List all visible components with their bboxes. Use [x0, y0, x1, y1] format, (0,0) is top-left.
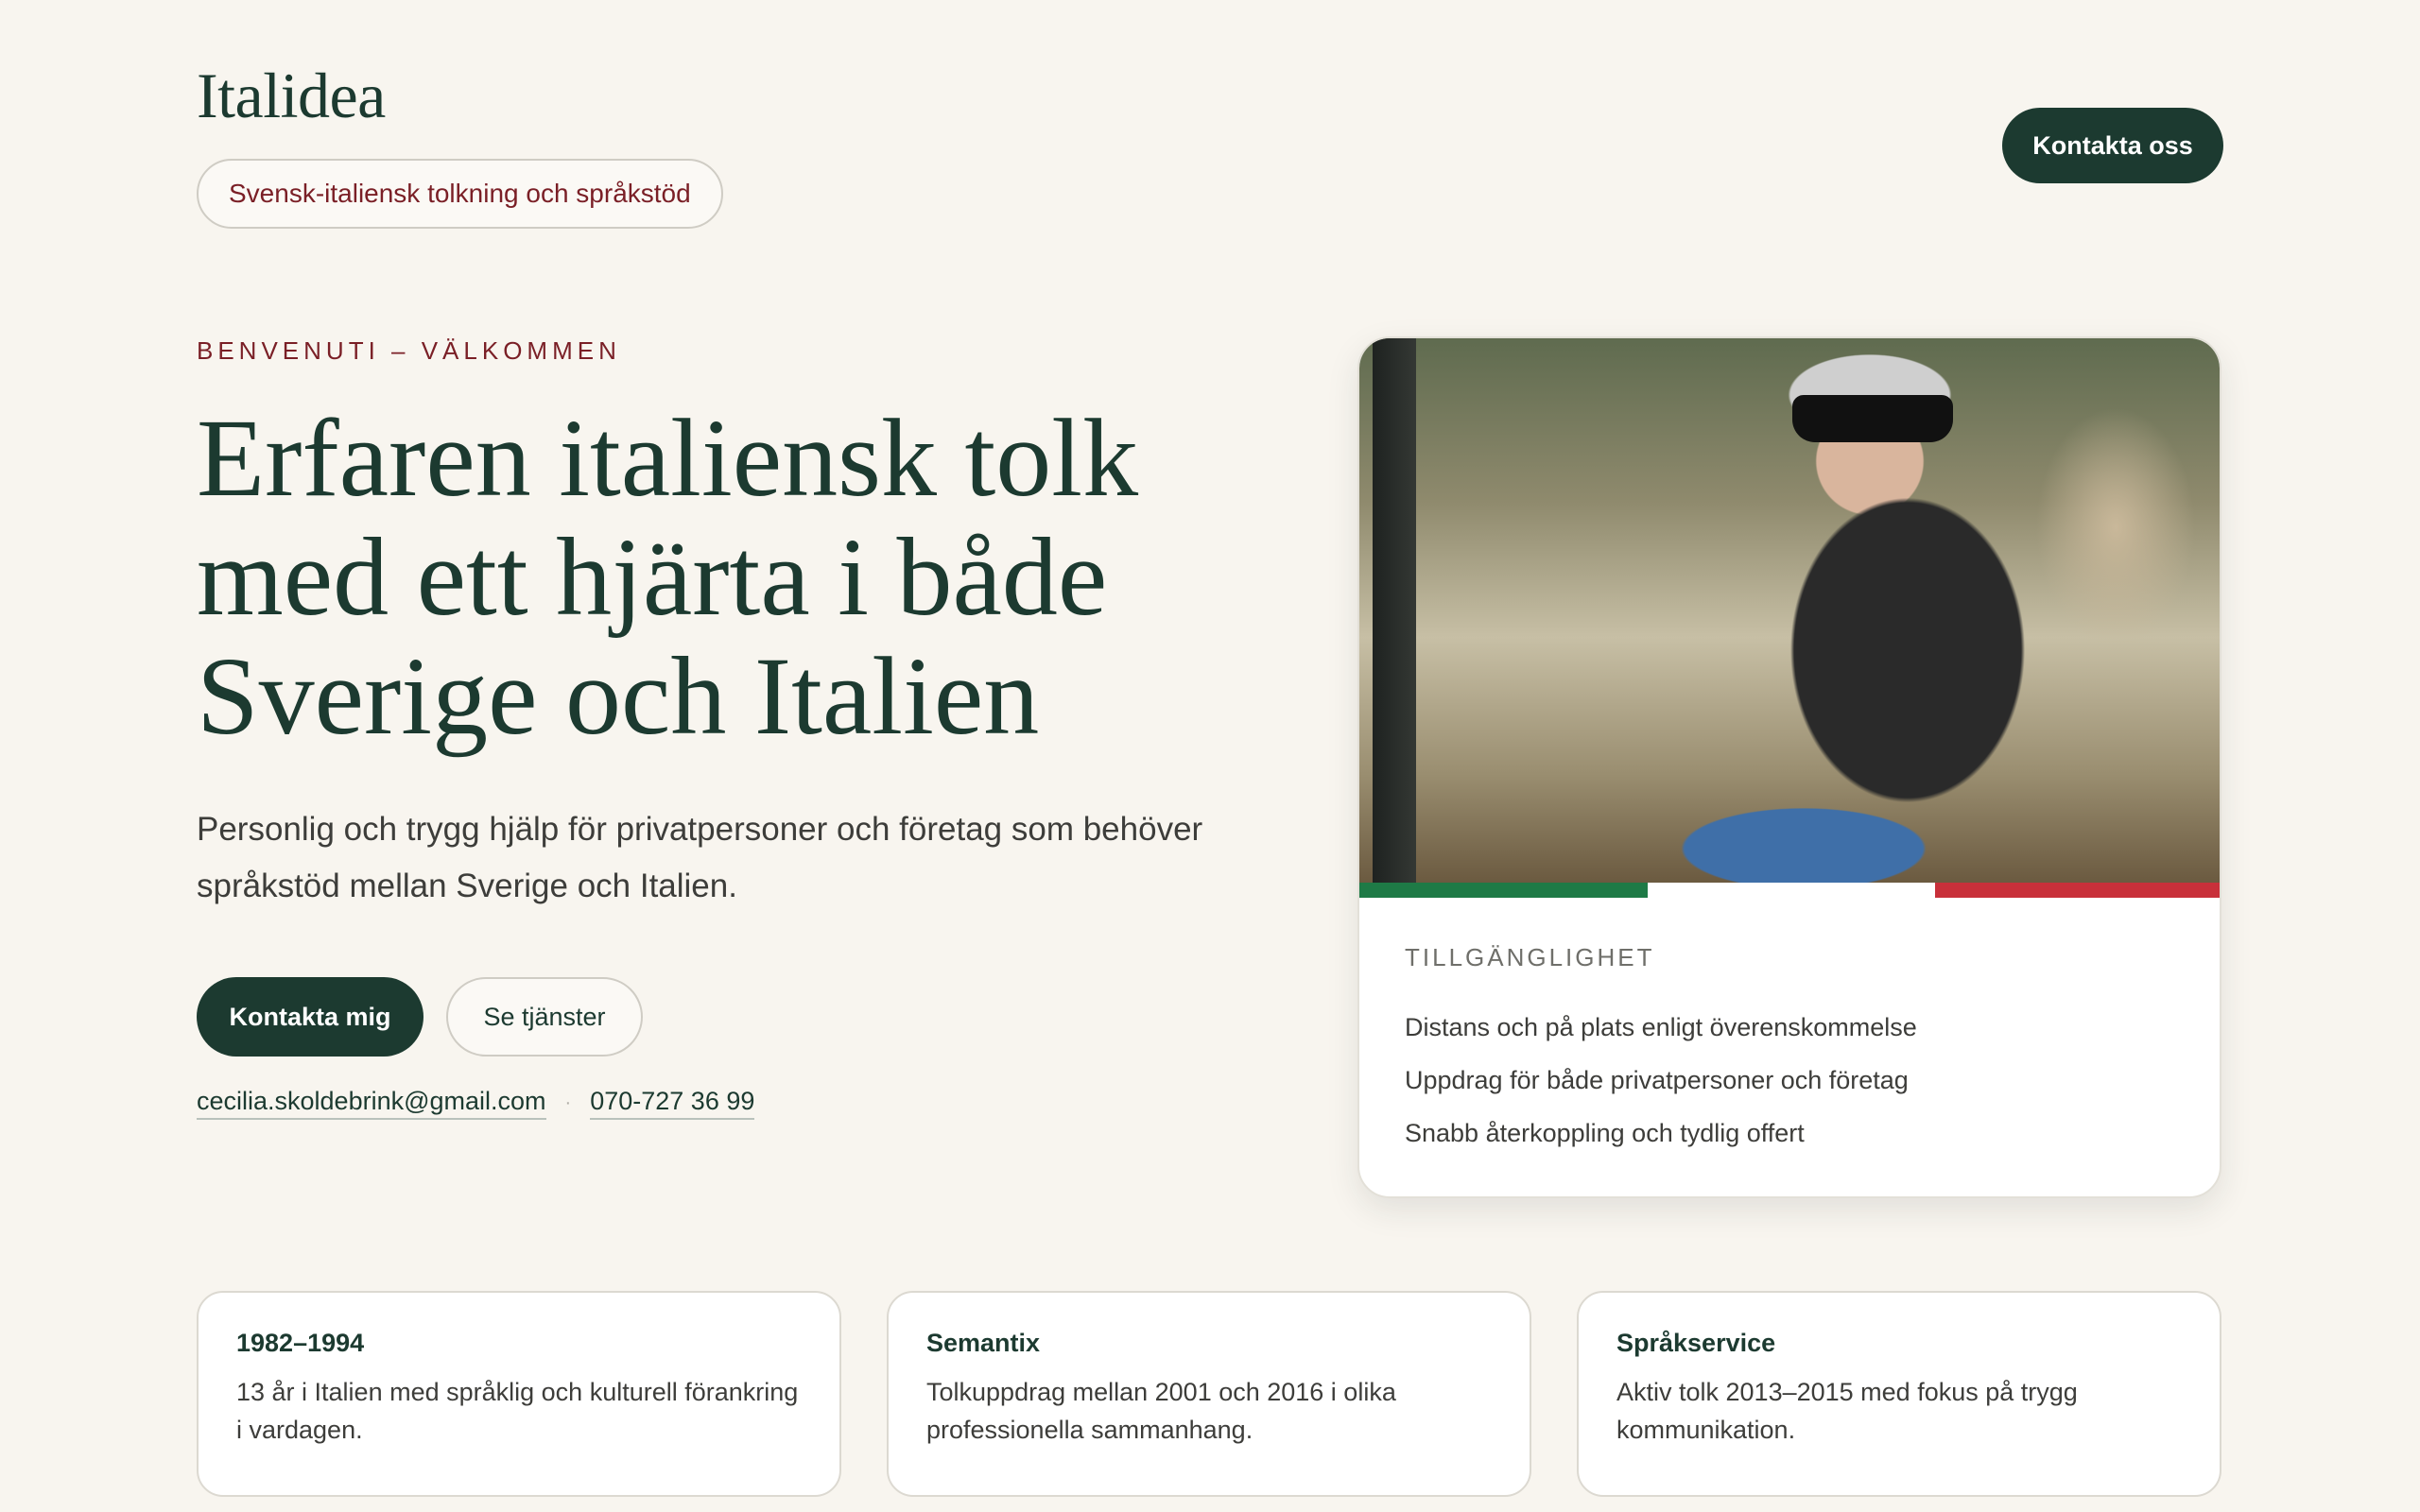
flag-red-stripe [1935, 883, 2220, 898]
italian-flag-stripe [1359, 883, 2220, 898]
info-card-title: Semantix [926, 1329, 1041, 1357]
info-card-semantix: Semantix Tolkuppdrag mellan 2001 och 201… [887, 1291, 1531, 1497]
availability-item: Uppdrag för både privatpersoner och före… [1405, 1066, 1909, 1094]
hero-lead: Personlig och trygg hjälp för privatpers… [197, 811, 1203, 904]
hero-eyebrow: BENVENUTI – VÄLKOMMEN [197, 336, 621, 365]
availability-item: Snabb återkoppling och tydlig offert [1405, 1119, 1805, 1147]
contact-us-button[interactable]: Kontakta oss [2002, 108, 2223, 183]
info-card-text: Aktiv tolk 2013–2015 med fokus på trygg … [1616, 1378, 2078, 1444]
info-card-text: Tolkuppdrag mellan 2001 och 2016 i olika… [926, 1378, 1396, 1444]
contact-me-button[interactable]: Kontakta mig [197, 977, 424, 1057]
info-card-title: 1982–1994 [236, 1329, 365, 1357]
photo-post [1373, 338, 1416, 883]
info-card-sprakservice: Språkservice Aktiv tolk 2013–2015 med fo… [1577, 1291, 2221, 1497]
portrait-photo [1359, 338, 2220, 883]
flag-white-stripe [1647, 883, 1936, 898]
info-card-title: Språkservice [1616, 1329, 1776, 1357]
contact-separator: · [564, 1092, 572, 1113]
availability-list: Distans och på plats enligt överenskomme… [1405, 1001, 2174, 1160]
flag-green-stripe [1359, 883, 1648, 898]
page: Italidea Svensk-italiensk tolkning och s… [0, 0, 2420, 1512]
availability-label: TILLGÄNGLIGHET [1405, 943, 1655, 971]
availability-item: Distans och på plats enligt överenskomme… [1405, 1013, 1917, 1041]
phone-link[interactable]: 070-727 36 99 [590, 1087, 755, 1120]
info-card-text: 13 år i Italien med språklig och kulture… [236, 1378, 799, 1444]
brand-logo[interactable]: Italidea [197, 59, 386, 133]
contact-line: cecilia.skoldebrink@gmail.com · 070-727 … [197, 1087, 755, 1120]
email-link[interactable]: cecilia.skoldebrink@gmail.com [197, 1087, 546, 1120]
tagline-badge: Svensk-italiensk tolkning och språkstöd [197, 159, 723, 229]
availability-card: TILLGÄNGLIGHET Distans och på plats enli… [1357, 336, 2221, 1198]
photo-sunglasses [1792, 395, 1953, 442]
see-services-button[interactable]: Se tjänster [446, 977, 643, 1057]
availability-body: TILLGÄNGLIGHET Distans och på plats enli… [1405, 943, 2174, 1160]
info-card-italy: 1982–1994 13 år i Italien med språklig o… [197, 1291, 841, 1497]
hero-title: Erfaren italiensk tolk med ett hjärta i … [197, 396, 1139, 758]
